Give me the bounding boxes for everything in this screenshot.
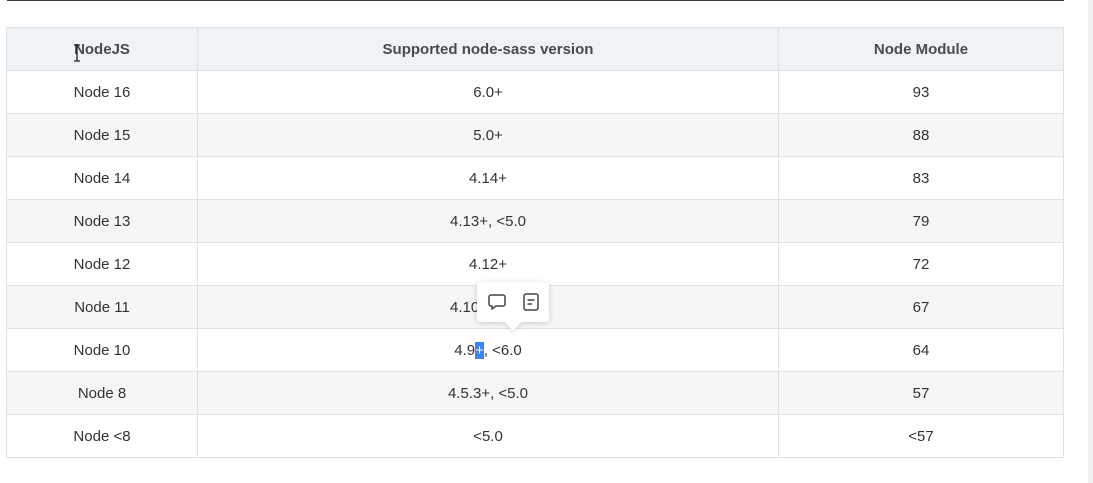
node-module-cell: 67 [778, 285, 1064, 329]
column-header-node-sass-version: Supported node-sass version [197, 27, 779, 71]
table-header-row: NodeJS Supported node-sass version Node … [6, 27, 1064, 71]
node-module-cell: 83 [778, 156, 1064, 200]
node-module-cell: 93 [778, 70, 1064, 114]
page-scrollbar[interactable] [1088, 0, 1093, 483]
table-row: Node 10 4.9+, <6.0 64 [6, 328, 1064, 372]
node-sass-version-cell[interactable]: 4.9+, <6.0 [197, 328, 779, 372]
node-sass-compat-table: NodeJS Supported node-sass version Node … [6, 27, 1064, 458]
selected-text[interactable]: + [475, 341, 484, 359]
top-divider [7, 0, 1064, 1]
nodejs-cell: Node 14 [6, 156, 198, 200]
node-sass-version-cell: 4.14+ [197, 156, 779, 200]
node-module-cell: 64 [778, 328, 1064, 372]
column-header-node-module: Node Module [778, 27, 1064, 71]
note-icon[interactable] [521, 292, 541, 312]
node-module-cell: 57 [778, 371, 1064, 415]
nodejs-cell: Node 15 [6, 113, 198, 157]
node-sass-version-cell: 6.0+ [197, 70, 779, 114]
node-module-cell: <57 [778, 414, 1064, 458]
nodejs-cell: Node 12 [6, 242, 198, 286]
node-sass-version-cell: 4.12+ [197, 242, 779, 286]
selection-toolbar [477, 282, 549, 331]
node-sass-version-cell: 4.13+, <5.0 [197, 199, 779, 243]
node-module-cell: 72 [778, 242, 1064, 286]
node-sass-version-cell: 4.5.3+, <5.0 [197, 371, 779, 415]
table-row: Node 16 6.0+ 93 [6, 70, 1064, 114]
nodejs-cell: Node 8 [6, 371, 198, 415]
nodejs-cell: Node 11 [6, 285, 198, 329]
table-row: Node 12 4.12+ 72 [6, 242, 1064, 286]
nodejs-cell: Node 13 [6, 199, 198, 243]
table-row: Node 8 4.5.3+, <5.0 57 [6, 371, 1064, 415]
column-header-nodejs: NodeJS [6, 27, 198, 71]
table-row: Node 13 4.13+, <5.0 79 [6, 199, 1064, 243]
table-row: Node 15 5.0+ 88 [6, 113, 1064, 157]
node-module-cell: 88 [778, 113, 1064, 157]
text-after-selection: , <6.0 [483, 341, 522, 359]
node-sass-version-cell: <5.0 [197, 414, 779, 458]
table-row: Node <8 <5.0 <57 [6, 414, 1064, 458]
table-row: Node 14 4.14+ 83 [6, 156, 1064, 200]
nodejs-cell: Node 16 [6, 70, 198, 114]
text-cursor-icon [73, 44, 81, 62]
nodejs-cell: Node <8 [6, 414, 198, 458]
node-sass-version-cell: 5.0+ [197, 113, 779, 157]
comment-icon[interactable] [487, 292, 507, 312]
text-before-selection: 4.9 [454, 341, 476, 359]
nodejs-cell: Node 10 [6, 328, 198, 372]
node-module-cell: 79 [778, 199, 1064, 243]
